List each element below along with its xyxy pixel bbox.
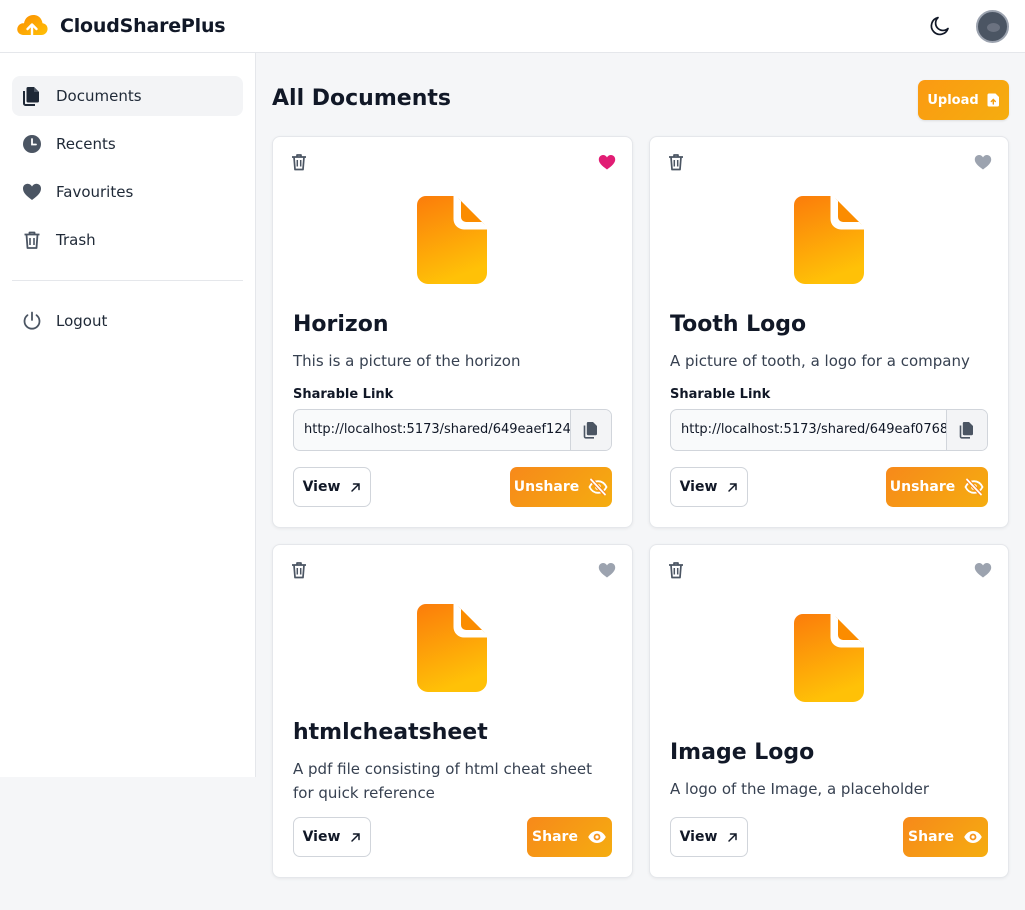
sidebar-item-documents[interactable]: Documents (12, 76, 243, 116)
heart-icon[interactable] (598, 154, 616, 170)
arrow-up-right-icon (351, 482, 361, 492)
trash-icon[interactable] (667, 153, 685, 171)
app-name: CloudSharePlus (60, 15, 226, 37)
sidebar-item-label: Trash (56, 231, 96, 249)
sidebar-item-label: Recents (56, 135, 116, 153)
view-label: View (302, 479, 341, 495)
heart-icon[interactable] (598, 562, 616, 578)
document-description: This is a picture of the horizon (293, 352, 521, 370)
unshare-label: Unshare (889, 479, 956, 495)
sidebar-item-logout[interactable]: Logout (12, 301, 243, 341)
avatar-image (987, 23, 1000, 32)
trash-icon[interactable] (290, 153, 308, 171)
document-title: htmlcheatsheet (293, 720, 488, 745)
upload-button[interactable]: Upload (918, 80, 1009, 120)
power-icon (23, 311, 41, 330)
view-button[interactable]: View (670, 467, 748, 507)
share-button[interactable]: Share (903, 817, 988, 857)
share-label: Share (532, 829, 578, 845)
eye-icon (588, 831, 606, 843)
sharable-link-input[interactable]: http://localhost:5173/shared/649eaef1243 (294, 410, 571, 450)
share-label: Share (908, 829, 954, 845)
arrow-up-right-icon (728, 832, 738, 842)
copy-link-button[interactable] (946, 410, 987, 450)
document-file-icon (794, 614, 864, 702)
sidebar-item-trash[interactable]: Trash (12, 220, 243, 260)
sharable-link-field: http://localhost:5173/shared/649eaef1243 (293, 409, 612, 451)
document-description: A logo of the Image, a placeholder (670, 780, 930, 798)
trash-icon (24, 231, 40, 249)
moon-icon[interactable] (928, 14, 952, 38)
unshare-button[interactable]: Unshare (510, 467, 612, 507)
upload-label: Upload (927, 92, 979, 108)
sidebar-divider (12, 280, 243, 281)
sidebar-item-recents[interactable]: Recents (12, 124, 243, 164)
clock-icon (23, 135, 41, 153)
eye-icon (964, 831, 982, 843)
sidebar-item-label: Favourites (56, 183, 134, 201)
copy-icon (583, 422, 597, 439)
heart-icon (23, 183, 41, 200)
eye-off-icon (588, 478, 608, 496)
view-button[interactable]: View (293, 467, 371, 507)
sidebar-item-label: Documents (56, 87, 142, 105)
page-title: All Documents (272, 86, 451, 111)
view-label: View (679, 829, 718, 845)
share-button[interactable]: Share (527, 817, 612, 857)
heart-icon[interactable] (974, 562, 992, 578)
document-title: Tooth Logo (670, 312, 807, 337)
document-card: Image Logo A logo of the Image, a placeh… (649, 544, 1009, 878)
sharable-link-input[interactable]: http://localhost:5173/shared/649eaf07684 (671, 410, 948, 450)
copy-link-button[interactable] (570, 410, 611, 450)
trash-icon[interactable] (667, 561, 685, 579)
sharable-link-field: http://localhost:5173/shared/649eaf07684 (670, 409, 988, 451)
document-title: Horizon (293, 312, 389, 337)
user-avatar[interactable] (976, 10, 1009, 43)
file-upload-icon (987, 93, 999, 107)
top-bar: CloudSharePlus (0, 0, 1025, 53)
sidebar-item-favourites[interactable]: Favourites (12, 172, 243, 212)
documents-icon (23, 87, 39, 106)
document-card: Tooth Logo A picture of tooth, a logo fo… (649, 136, 1009, 528)
document-file-icon (794, 196, 864, 284)
unshare-button[interactable]: Unshare (886, 467, 988, 507)
document-file-icon (417, 196, 487, 284)
copy-icon (959, 422, 973, 439)
document-title: Image Logo (670, 740, 815, 765)
document-card: Horizon This is a picture of the horizon… (272, 136, 633, 528)
sharable-link-label: Sharable Link (670, 387, 771, 402)
cloud-upload-icon (17, 14, 48, 40)
document-card: htmlcheatsheet A pdf file consisting of … (272, 544, 633, 878)
sidebar: Documents Recents Favourites Trash Logou… (0, 53, 256, 777)
view-label: View (679, 479, 718, 495)
arrow-up-right-icon (728, 482, 738, 492)
view-button[interactable]: View (293, 817, 371, 857)
view-button[interactable]: View (670, 817, 748, 857)
arrow-up-right-icon (351, 832, 361, 842)
document-file-icon (417, 604, 487, 692)
sharable-link-label: Sharable Link (293, 387, 394, 402)
view-label: View (302, 829, 341, 845)
brand[interactable]: CloudSharePlus (15, 11, 226, 41)
eye-off-icon (964, 478, 984, 496)
logout-label: Logout (56, 312, 108, 330)
unshare-label: Unshare (513, 479, 580, 495)
document-description: A pdf file consisting of html cheat shee… (293, 760, 592, 802)
document-description: A picture of tooth, a logo for a company (670, 352, 970, 370)
heart-icon[interactable] (974, 154, 992, 170)
trash-icon[interactable] (290, 561, 308, 579)
